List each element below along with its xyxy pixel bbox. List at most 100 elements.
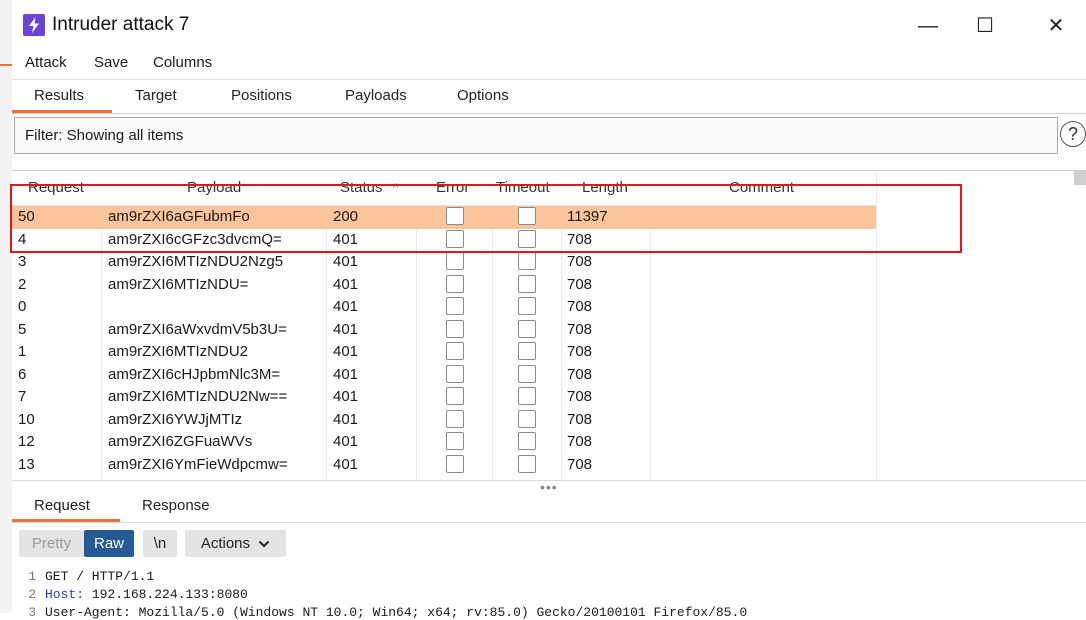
error-checkbox (446, 252, 464, 270)
request-number-cell: 13 (18, 455, 35, 473)
timeout-checkbox (518, 274, 536, 293)
error-checkbox (446, 454, 464, 473)
length-cell: 708 (567, 365, 593, 383)
tab-request[interactable]: Request (34, 497, 90, 514)
status-cell: 401 (333, 253, 359, 270)
tab-target[interactable]: Target (135, 87, 177, 104)
tab-positions[interactable]: Positions (231, 87, 292, 104)
table-row[interactable]: 7 am9rZXI6MTIzNDU2Nw== 401 708 (12, 386, 876, 409)
menu-save[interactable]: Save (94, 54, 128, 71)
payload-cell: am9rZXI6MTIzNDU2Nw== (108, 388, 288, 405)
tab-payloads[interactable]: Payloads (345, 87, 407, 104)
highlight-annotation-box (10, 184, 962, 253)
chevron-down-icon (258, 540, 270, 548)
table-row[interactable]: 0 401 708 (12, 296, 876, 319)
length-cell: 708 (567, 275, 593, 293)
host-header-line: Host: 192.168.224.133:8080 (45, 587, 248, 602)
error-checkbox (446, 432, 464, 450)
timeout-checkbox (518, 342, 536, 360)
error-checkbox (446, 342, 464, 360)
payload-cell: am9rZXI6MTIzNDU2 (108, 343, 249, 360)
request-editor[interactable]: 1 GET / HTTP/1.1 2 Host: 192.168.224.133… (12, 566, 1086, 620)
error-checkbox (446, 297, 464, 315)
main-tabs: Results Target Positions Payloads Option… (12, 79, 1086, 114)
timeout-checkbox (518, 387, 536, 405)
timeout-checkbox (518, 364, 536, 383)
newline-toggle-button[interactable]: \n (143, 530, 177, 557)
filter-bar[interactable]: Filter: Showing all items (14, 117, 1058, 154)
request-number-cell: 10 (18, 410, 35, 428)
window-title: Intruder attack 7 (52, 14, 190, 35)
editor-toolbar: Pretty Raw \n Actions (12, 523, 1086, 565)
line-number: 1 (28, 569, 36, 584)
length-cell: 708 (567, 253, 593, 270)
actions-button[interactable]: Actions (185, 530, 286, 557)
request-response-tabs: Request Response (12, 490, 1086, 523)
payload-cell: am9rZXI6ZGFuaWVs (108, 433, 253, 450)
length-cell: 708 (567, 433, 593, 450)
close-button[interactable]: ✕ (1036, 12, 1076, 40)
title-bar: Intruder attack 7 — ☐ ✕ (12, 0, 1086, 50)
length-cell: 708 (567, 388, 593, 405)
vertical-scrollbar[interactable] (1074, 171, 1086, 185)
table-row[interactable]: 10 am9rZXI6YWJjMTIz 401 708 (12, 409, 876, 432)
status-cell: 401 (333, 275, 359, 293)
error-checkbox (446, 409, 464, 428)
menu-bar: Attack Save Columns (12, 50, 1086, 78)
help-icon[interactable]: ? (1060, 121, 1086, 147)
payload-cell: am9rZXI6YWJjMTIz (108, 410, 243, 428)
table-row[interactable]: 1 am9rZXI6MTIzNDU2 401 708 (12, 341, 876, 364)
maximize-button[interactable]: ☐ (965, 12, 1005, 40)
timeout-checkbox (518, 297, 536, 315)
error-checkbox (446, 319, 464, 338)
status-cell: 401 (333, 455, 359, 473)
menu-attack[interactable]: Attack (25, 54, 67, 71)
menu-columns[interactable]: Columns (153, 54, 212, 71)
table-row[interactable]: 3 am9rZXI6MTIzNDU2Nzg5 401 708 (12, 251, 876, 274)
intruder-attack-window: Intruder attack 7 — ☐ ✕ Attack Save Colu… (10, 0, 1086, 620)
request-number-cell: 5 (18, 320, 27, 338)
tab-options[interactable]: Options (457, 87, 509, 104)
table-row[interactable]: 2 am9rZXI6MTIzNDU= 401 708 (12, 274, 876, 297)
timeout-checkbox (518, 454, 536, 473)
table-row[interactable]: 12 am9rZXI6ZGFuaWVs 401 708 (12, 431, 876, 454)
length-cell: 708 (567, 320, 593, 338)
raw-button[interactable]: Raw (84, 530, 134, 557)
length-cell: 708 (567, 410, 593, 428)
tab-response[interactable]: Response (142, 497, 210, 514)
burp-lightning-icon (23, 14, 45, 36)
error-checkbox (446, 387, 464, 405)
error-checkbox (446, 274, 464, 293)
active-tab-indicator (12, 110, 112, 113)
length-cell: 708 (567, 455, 593, 473)
payload-cell: am9rZXI6cHJpbmNlc3M= (108, 365, 281, 383)
timeout-checkbox (518, 319, 536, 338)
header-key: Host: (45, 587, 85, 602)
request-number-cell: 3 (18, 253, 27, 270)
minimize-button[interactable]: — (908, 12, 948, 40)
request-number-cell: 12 (18, 433, 35, 450)
status-cell: 401 (333, 320, 359, 338)
request-number-cell: 2 (18, 275, 27, 293)
actions-label: Actions (200, 535, 251, 552)
table-row[interactable]: 5 am9rZXI6aWxvdmV5b3U= 401 708 (12, 319, 876, 342)
timeout-checkbox (518, 409, 536, 428)
active-subtab-indicator (12, 519, 120, 522)
status-cell: 401 (333, 298, 359, 315)
payload-cell: am9rZXI6MTIzNDU= (108, 275, 249, 293)
payload-cell: am9rZXI6MTIzNDU2Nzg5 (108, 253, 284, 270)
table-row[interactable]: 6 am9rZXI6cHJpbmNlc3M= 401 708 (12, 364, 876, 387)
status-cell: 401 (333, 388, 359, 405)
timeout-checkbox (518, 432, 536, 450)
filter-text: Filter: Showing all items (25, 127, 184, 144)
request-number-cell: 6 (18, 365, 27, 383)
request-number-cell: 7 (18, 388, 27, 405)
tab-results[interactable]: Results (34, 87, 84, 104)
line-number: 2 (28, 587, 36, 602)
pretty-button[interactable]: Pretty (19, 530, 84, 557)
status-cell: 401 (333, 433, 359, 450)
header-value: 192.168.224.133:8080 (84, 587, 248, 602)
table-row[interactable]: 13 am9rZXI6YmFieWdpcmw= 401 708 (12, 454, 876, 477)
payload-cell: am9rZXI6aWxvdmV5b3U= (108, 320, 287, 338)
length-cell: 708 (567, 298, 593, 315)
